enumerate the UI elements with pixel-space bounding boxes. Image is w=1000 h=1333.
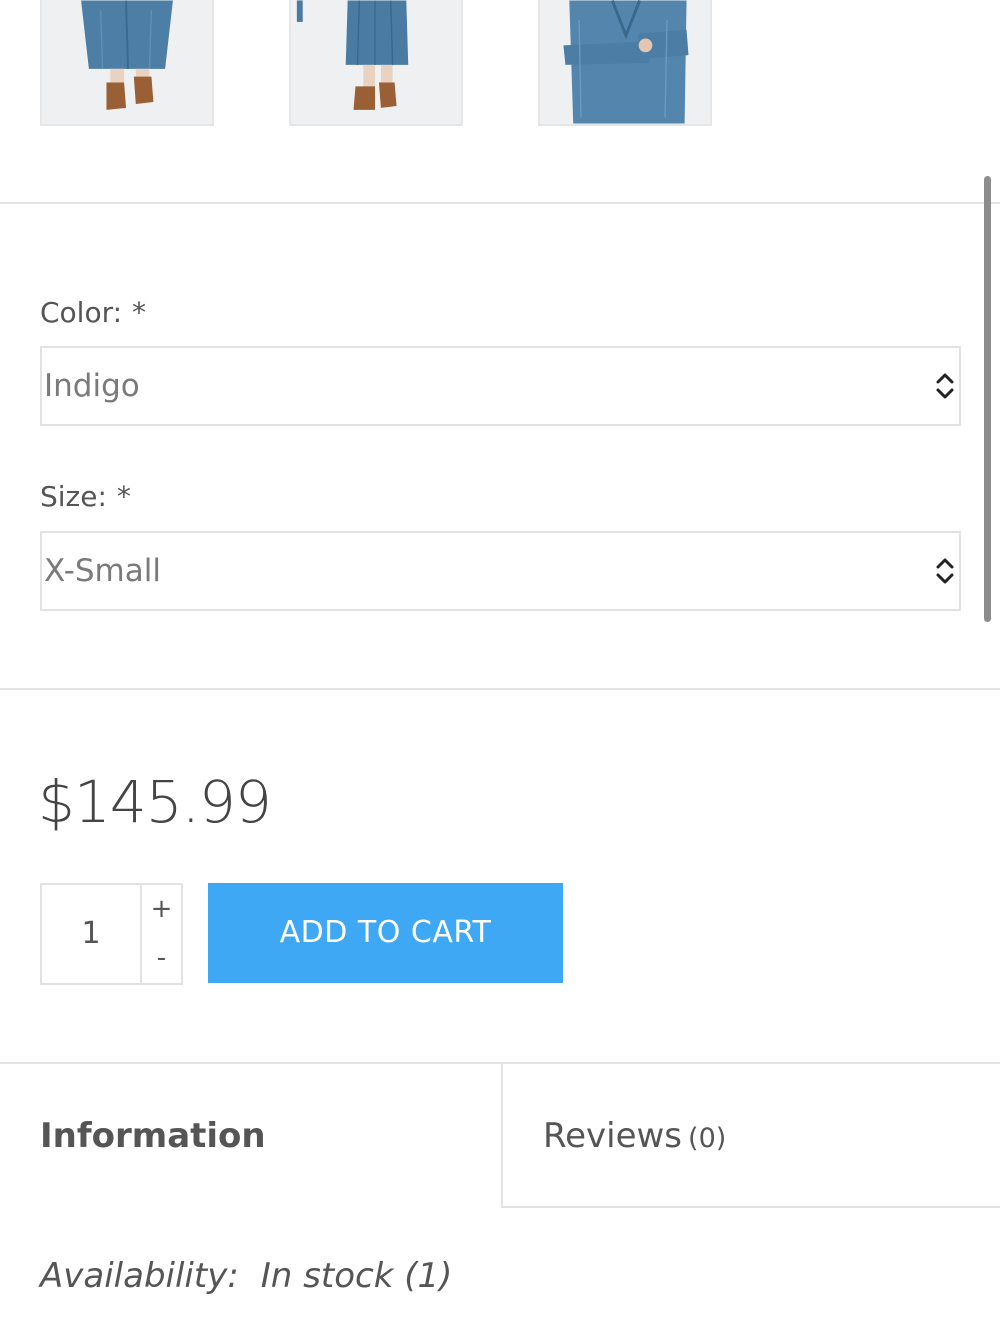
quantity-increase-button[interactable]: +	[142, 885, 181, 934]
required-marker: *	[116, 480, 131, 513]
divider	[0, 202, 1000, 204]
availability-label: Availability:	[40, 1256, 239, 1296]
size-label: Size: *	[40, 480, 131, 513]
size-select[interactable]: X-Small	[40, 531, 961, 611]
tab-reviews-text: Reviews	[543, 1116, 683, 1156]
color-select[interactable]: Indigo	[40, 346, 961, 426]
size-select-value: X-Small	[44, 553, 161, 589]
dress-image	[291, 0, 461, 124]
required-marker: *	[132, 296, 147, 329]
color-label: Color: *	[40, 296, 146, 329]
product-thumbnails	[0, 0, 1000, 130]
dress-image	[540, 0, 710, 124]
size-label-text: Size:	[40, 480, 107, 513]
tab-reviews-label: Reviews (0)	[543, 1116, 726, 1156]
quantity-stepper: 1 + -	[40, 883, 183, 985]
select-arrows-icon	[936, 558, 954, 584]
color-select-value: Indigo	[44, 368, 140, 404]
quantity-decrease-button[interactable]: -	[142, 934, 181, 983]
select-arrows-icon	[936, 373, 954, 399]
reviews-count: (0)	[688, 1123, 727, 1154]
product-thumbnail[interactable]	[289, 0, 463, 126]
product-price: $145.99	[38, 768, 272, 836]
color-label-text: Color:	[40, 296, 123, 329]
divider	[0, 688, 1000, 690]
scrollbar[interactable]	[984, 176, 991, 622]
add-to-cart-button[interactable]: ADD TO CART	[208, 883, 563, 983]
availability-value: In stock (1)	[260, 1256, 453, 1296]
product-thumbnail[interactable]	[40, 0, 214, 126]
availability: Availability: In stock (1)	[40, 1256, 452, 1296]
tab-information[interactable]: Information	[0, 1064, 501, 1208]
quantity-input[interactable]: 1	[42, 885, 142, 983]
tab-reviews[interactable]: Reviews (0)	[501, 1064, 1000, 1208]
dress-image	[42, 0, 212, 124]
tab-information-label: Information	[40, 1116, 266, 1156]
product-thumbnail[interactable]	[538, 0, 712, 126]
